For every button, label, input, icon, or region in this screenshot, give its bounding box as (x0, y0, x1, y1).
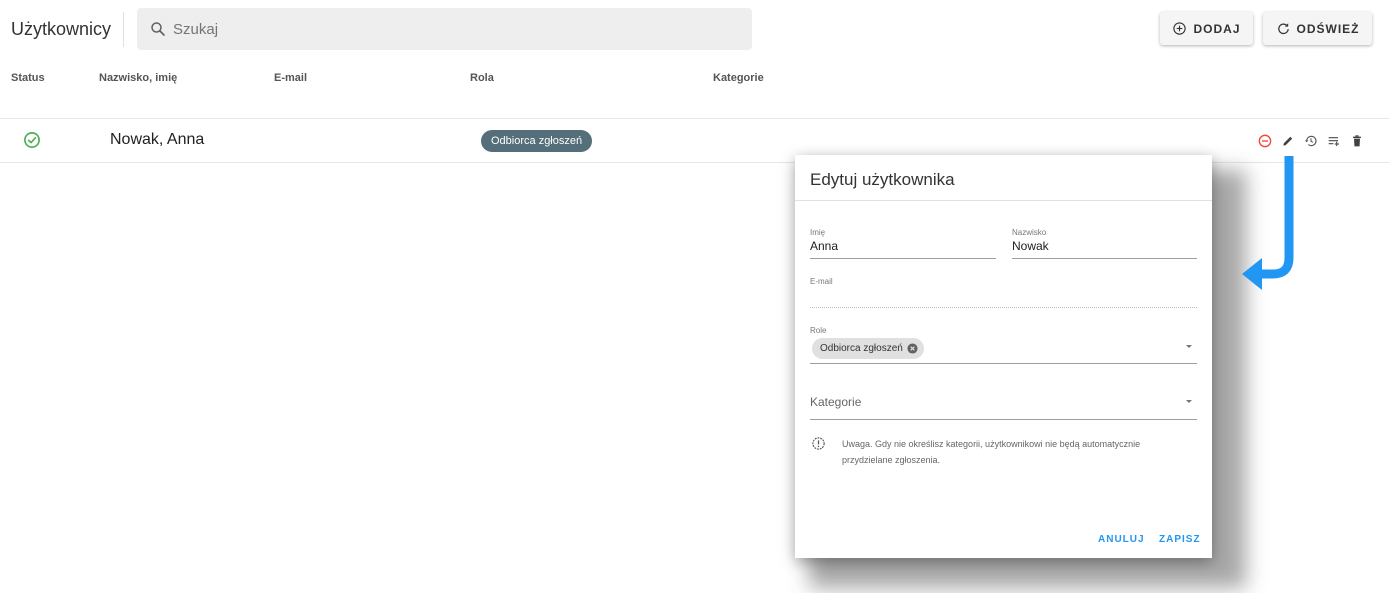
role-chip: Odbiorca zgłoszeń (812, 338, 924, 359)
last-name-underline (1012, 258, 1197, 259)
dialog-title: Edytuj użytkownika (810, 170, 955, 189)
column-header-email[interactable]: E-mail (274, 72, 307, 84)
column-header-name[interactable]: Nazwisko, imię (99, 72, 177, 84)
role-chip-label: Odbiorca zgłoszeń (820, 343, 903, 354)
dialog-title-divider (795, 200, 1212, 201)
assign-list-icon[interactable] (1326, 133, 1342, 149)
search-box[interactable] (137, 8, 752, 50)
categories-dropdown-arrow-icon[interactable] (1186, 400, 1192, 403)
refresh-button[interactable]: ODŚWIEŻ (1263, 12, 1372, 45)
user-name: Nowak, Anna (110, 131, 205, 148)
email-label: E-mail (810, 277, 833, 286)
save-button[interactable]: ZAPISZ (1159, 534, 1201, 545)
roles-dropdown-arrow-icon[interactable] (1186, 345, 1192, 348)
first-name-label: Imię (810, 228, 826, 237)
first-name-underline (810, 258, 996, 259)
add-button-label: DODAJ (1193, 21, 1241, 36)
email-field[interactable] (810, 289, 1196, 303)
page-title: Użytkownicy (11, 19, 112, 39)
last-name-field[interactable] (1012, 239, 1196, 253)
info-warning-icon (812, 437, 825, 450)
role-badge: Odbiorca zgłoszeń (481, 130, 593, 152)
check-circle-icon (24, 132, 40, 148)
search-input[interactable] (173, 8, 733, 50)
column-header-role[interactable]: Rola (470, 72, 494, 84)
roles-label: Role (810, 326, 827, 335)
refresh-button-label: ODŚWIEŻ (1296, 21, 1360, 36)
cancel-button[interactable]: ANULUJ (1098, 534, 1145, 545)
add-button[interactable]: DODAJ (1160, 12, 1253, 45)
edit-icon[interactable] (1280, 133, 1296, 149)
annotation-arrow-icon (1242, 156, 1294, 290)
info-text: Uwaga. Gdy nie określisz kategorii, użyt… (842, 439, 1141, 465)
email-underline (810, 307, 1197, 308)
add-circle-icon (1173, 22, 1187, 35)
roles-underline[interactable] (810, 363, 1197, 364)
row-actions (1257, 133, 1365, 149)
edit-user-dialog: Edytuj użytkownika Imię Nazwisko E-mail … (795, 155, 1212, 558)
categories-underline (810, 419, 1197, 420)
history-icon[interactable] (1303, 133, 1319, 149)
first-name-field[interactable] (810, 239, 995, 253)
categories-select[interactable]: Kategorie (810, 395, 861, 409)
table-header-divider (0, 118, 1389, 119)
search-icon (151, 22, 165, 36)
top-bar: Użytkownicy DODAJ ODŚWIEŻ (0, 0, 1389, 60)
last-name-label: Nazwisko (1012, 228, 1047, 237)
remove-chip-icon[interactable] (907, 343, 918, 354)
refresh-icon (1277, 23, 1289, 35)
divider (123, 12, 124, 47)
column-header-status[interactable]: Status (11, 72, 45, 84)
deactivate-icon[interactable] (1257, 133, 1273, 149)
column-header-categories[interactable]: Kategorie (713, 72, 764, 84)
delete-icon[interactable] (1349, 133, 1365, 149)
